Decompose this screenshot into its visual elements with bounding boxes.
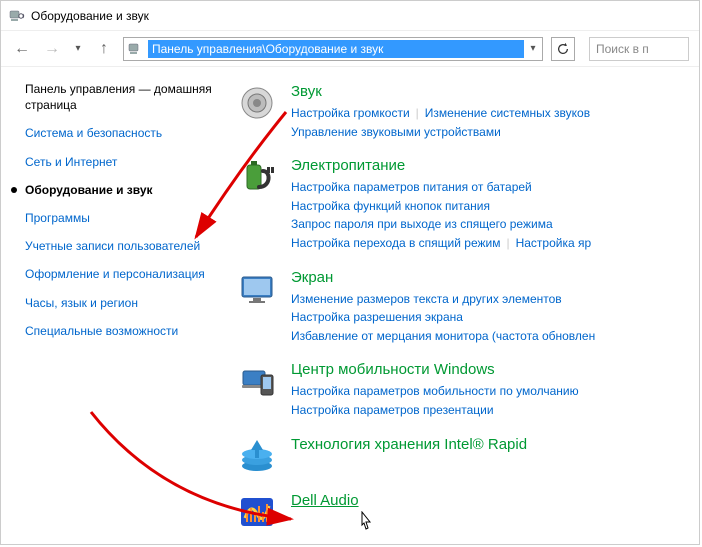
sidebar-item-appearance[interactable]: Оформление и персонализация [25, 266, 219, 282]
sidebar-item-hardware-sound[interactable]: Оборудование и звук [25, 182, 219, 198]
category-title-mobility[interactable]: Центр мобильности Windows [291, 361, 695, 378]
category-title-display[interactable]: Экран [291, 269, 695, 286]
link-wake-password[interactable]: Запрос пароля при выходе из спящего режи… [291, 217, 553, 231]
category-display: Экран Изменение размеров текста и других… [231, 263, 699, 356]
sidebar-item-ease-of-access[interactable]: Специальные возможности [25, 323, 219, 339]
link-mobility-defaults[interactable]: Настройка параметров мобильности по умол… [291, 384, 579, 398]
intel-rapid-icon [237, 436, 277, 476]
power-icon [237, 157, 277, 197]
sidebar-item-clock-language-region[interactable]: Часы, язык и регион [25, 295, 219, 311]
sidebar-item-system-security[interactable]: Система и безопасность [25, 125, 219, 141]
link-resolution[interactable]: Настройка разрешения экрана [291, 310, 463, 324]
sidebar: Панель управления — домашняя страница Си… [1, 67, 231, 544]
forward-button[interactable]: → [41, 38, 63, 60]
link-text-size[interactable]: Изменение размеров текста и других элеме… [291, 292, 562, 306]
address-dropdown-icon[interactable]: ▾ [524, 43, 542, 54]
hardware-sound-icon [9, 8, 25, 24]
sidebar-item-user-accounts[interactable]: Учетные записи пользователей [25, 238, 219, 254]
category-title-dell-audio[interactable]: Dell Audio [291, 492, 695, 509]
back-button[interactable]: ← [11, 38, 33, 60]
link-sleep[interactable]: Настройка перехода в спящий режим [291, 236, 500, 250]
link-brightness[interactable]: Настройка яр [516, 236, 592, 250]
speaker-icon [237, 83, 277, 123]
window-title: Оборудование и звук [31, 9, 149, 23]
refresh-button[interactable] [551, 37, 575, 61]
link-presentation[interactable]: Настройка параметров презентации [291, 403, 494, 417]
history-dropdown-icon[interactable]: ▾ [71, 43, 85, 54]
titlebar: Оборудование и звук [1, 1, 699, 31]
sidebar-home[interactable]: Панель управления — домашняя страница [25, 81, 219, 113]
category-title-sound[interactable]: Звук [291, 83, 695, 100]
sidebar-item-network-internet[interactable]: Сеть и Интернет [25, 154, 219, 170]
location-icon [126, 39, 146, 59]
category-title-power[interactable]: Электропитание [291, 157, 695, 174]
link-audio-devices[interactable]: Управление звуковыми устройствами [291, 125, 501, 139]
display-icon [237, 269, 277, 309]
link-flicker[interactable]: Избавление от мерцания монитора (частота… [291, 329, 595, 343]
category-dell-audio: Dell Audio [231, 486, 699, 542]
link-power-buttons[interactable]: Настройка функций кнопок питания [291, 199, 490, 213]
address-bar[interactable]: Панель управления\Оборудование и звук ▾ [123, 37, 543, 61]
category-intel-rapid: Технология хранения Intel® Rapid [231, 430, 699, 486]
category-mobility: Центр мобильности Windows Настройка пара… [231, 355, 699, 429]
main-panel: Звук Настройка громкости|Изменение систе… [231, 67, 699, 544]
navbar: ← → ▾ ↑ Панель управления\Оборудование и… [1, 31, 699, 67]
category-power: Электропитание Настройка параметров пита… [231, 151, 699, 262]
sidebar-item-programs[interactable]: Программы [25, 210, 219, 226]
search-input[interactable]: Поиск в п [589, 37, 689, 61]
up-button[interactable]: ↑ [93, 38, 115, 60]
dell-audio-icon [237, 492, 277, 532]
address-text[interactable]: Панель управления\Оборудование и звук [148, 40, 524, 58]
category-sound: Звук Настройка громкости|Изменение систе… [231, 77, 699, 151]
category-title-intel-rapid[interactable]: Технология хранения Intel® Rapid [291, 436, 695, 453]
link-volume[interactable]: Настройка громкости [291, 106, 410, 120]
link-battery-power[interactable]: Настройка параметров питания от батарей [291, 180, 532, 194]
mobility-icon [237, 361, 277, 401]
link-system-sounds[interactable]: Изменение системных звуков [425, 106, 590, 120]
search-placeholder: Поиск в п [596, 42, 649, 56]
